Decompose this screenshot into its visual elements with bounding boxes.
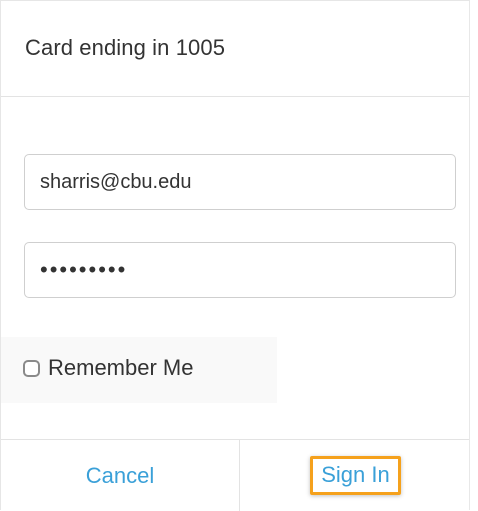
remember-me-label[interactable]: Remember Me [48, 355, 193, 381]
header-divider [1, 96, 469, 97]
sign-in-label[interactable]: Sign In [310, 456, 401, 495]
remember-me-checkbox[interactable] [23, 359, 40, 377]
email-field[interactable] [24, 154, 456, 210]
email-input[interactable] [40, 170, 440, 194]
password-field[interactable]: ••••••••• [24, 242, 456, 298]
sign-in-button[interactable]: Sign In [240, 440, 471, 511]
remember-me-toggle[interactable]: Remember Me [23, 355, 193, 381]
cancel-label[interactable]: Cancel [86, 463, 154, 489]
sign-in-dialog: Card ending in 1005 ••••••••• Remember M… [0, 0, 471, 511]
dialog-title: Card ending in 1005 [25, 35, 226, 60]
password-input[interactable]: ••••••••• [40, 257, 127, 283]
cancel-button[interactable]: Cancel [1, 440, 239, 511]
